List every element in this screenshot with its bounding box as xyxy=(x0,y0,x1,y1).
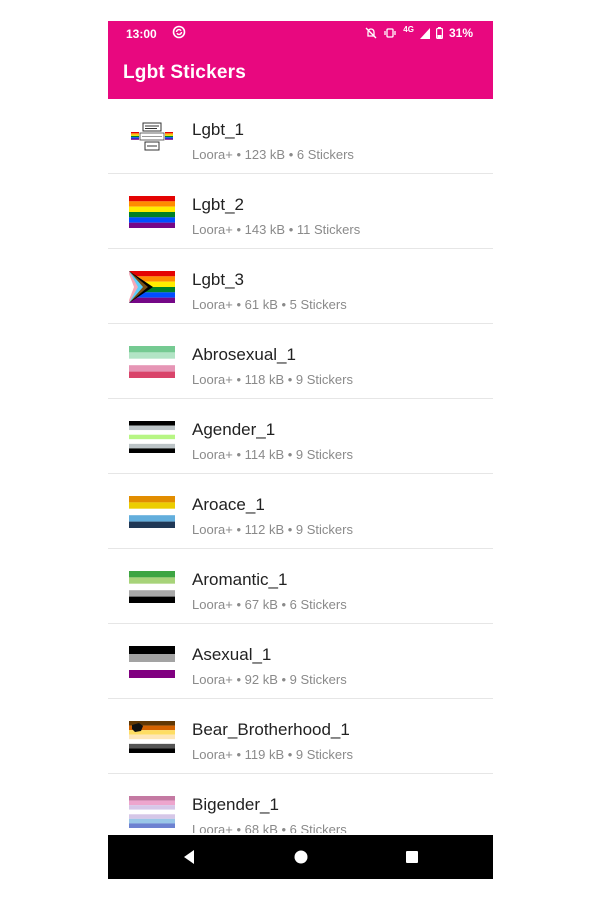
navigation-bar xyxy=(108,835,493,879)
sticker-pack-row[interactable]: Abrosexual_1 Loora+ • 118 kB • 9 Sticker… xyxy=(108,324,493,399)
sticker-pack-row[interactable]: Aroace_1 Loora+ • 112 kB • 9 Stickers xyxy=(108,474,493,549)
vibrate-icon xyxy=(383,27,397,39)
asexual-flag-icon xyxy=(129,646,175,678)
aroace-flag-icon xyxy=(129,496,175,528)
sticker-pack-row[interactable]: Lgbt_3 Loora+ • 61 kB • 5 Stickers xyxy=(108,249,493,324)
pack-meta: Loora+ • 123 kB • 6 Stickers xyxy=(192,147,354,162)
pack-meta: Loora+ • 92 kB • 9 Stickers xyxy=(192,672,347,687)
bear-brotherhood-flag-icon xyxy=(129,721,175,753)
pack-name: Aroace_1 xyxy=(192,495,265,514)
bigender-flag-icon xyxy=(129,796,175,828)
pack-meta: Loora+ • 118 kB • 9 Stickers xyxy=(192,372,353,387)
happy-pride-day-icon xyxy=(129,121,175,153)
abrosexual-flag-icon xyxy=(129,346,175,378)
app-bar: Lgbt Stickers xyxy=(108,47,493,99)
pack-meta: Loora+ • 143 kB • 11 Stickers xyxy=(192,222,361,237)
home-icon[interactable] xyxy=(291,848,311,866)
battery-percent: 31% xyxy=(448,26,473,40)
sticker-pack-list[interactable]: Lgbt_1 Loora+ • 123 kB • 6 Stickers Lgbt… xyxy=(108,99,493,833)
pack-meta: Loora+ • 112 kB • 9 Stickers xyxy=(192,522,353,537)
phone-screen: 13:00 4G 31% Lgbt Stickers Lgbt_1 Loora+… xyxy=(108,21,493,879)
sticker-pack-row[interactable]: Agender_1 Loora+ • 114 kB • 9 Stickers xyxy=(108,399,493,474)
status-bar: 13:00 4G 31% xyxy=(108,21,493,47)
pack-meta: Loora+ • 114 kB • 9 Stickers xyxy=(192,447,353,462)
pack-name: Lgbt_1 xyxy=(192,120,244,139)
sticker-pack-row[interactable]: Bigender_1 Loora+ • 68 kB • 6 Stickers xyxy=(108,774,493,833)
sticker-pack-row[interactable]: Aromantic_1 Loora+ • 67 kB • 6 Stickers xyxy=(108,549,493,624)
sticker-pack-row[interactable]: Asexual_1 Loora+ • 92 kB • 9 Stickers xyxy=(108,624,493,699)
status-time: 13:00 xyxy=(126,27,157,41)
app-title: Lgbt Stickers xyxy=(123,62,246,83)
sticker-pack-row[interactable]: Lgbt_2 Loora+ • 143 kB • 11 Stickers xyxy=(108,174,493,249)
signal-icon xyxy=(419,27,430,39)
back-icon[interactable] xyxy=(180,848,200,866)
rainbow-flag-icon xyxy=(129,196,175,228)
agender-flag-icon xyxy=(129,421,175,453)
pack-name: Abrosexual_1 xyxy=(192,345,296,364)
recents-icon[interactable] xyxy=(402,848,422,866)
sync-icon xyxy=(172,25,186,39)
pack-meta: Loora+ • 68 kB • 6 Stickers xyxy=(192,822,347,833)
pack-name: Bigender_1 xyxy=(192,795,279,814)
mute-icon xyxy=(365,27,377,39)
pack-name: Bear_Brotherhood_1 xyxy=(192,720,350,739)
pack-name: Agender_1 xyxy=(192,420,276,439)
pack-meta: Loora+ • 67 kB • 6 Stickers xyxy=(192,597,347,612)
network-label: 4G xyxy=(403,24,414,34)
pack-name: Aromantic_1 xyxy=(192,570,288,589)
progress-pride-flag-icon xyxy=(129,271,175,303)
pack-name: Lgbt_2 xyxy=(192,195,244,214)
pack-name: Asexual_1 xyxy=(192,645,272,664)
sticker-pack-row[interactable]: Bear_Brotherhood_1 Loora+ • 119 kB • 9 S… xyxy=(108,699,493,774)
sticker-pack-row[interactable]: Lgbt_1 Loora+ • 123 kB • 6 Stickers xyxy=(108,99,493,174)
pack-meta: Loora+ • 61 kB • 5 Stickers xyxy=(192,297,347,312)
pack-name: Lgbt_3 xyxy=(192,270,244,289)
aromantic-flag-icon xyxy=(129,571,175,603)
pack-meta: Loora+ • 119 kB • 9 Stickers xyxy=(192,747,353,762)
battery-icon xyxy=(435,27,443,39)
